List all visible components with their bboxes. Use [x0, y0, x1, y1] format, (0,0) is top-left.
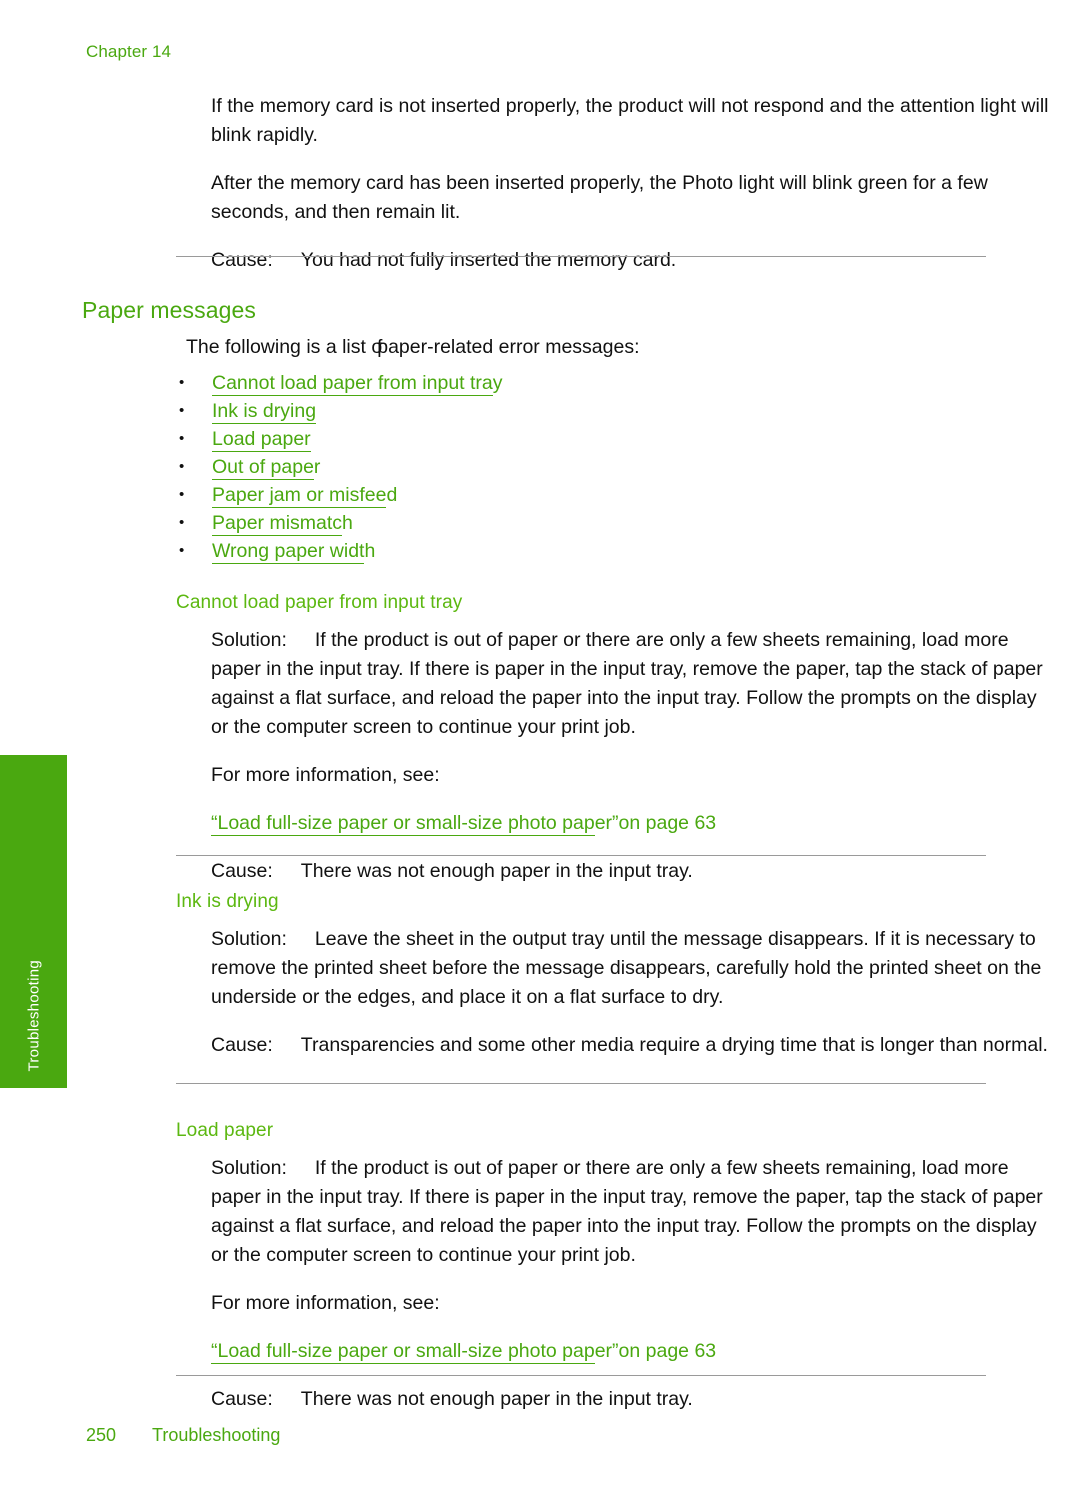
list-item: Paper mismatch	[176, 509, 503, 537]
running-head-chapter: Chapter 14	[86, 42, 172, 61]
cross-reference-line: “Load full-size paper or small-size phot…	[211, 809, 1049, 838]
cause-text: Transparencies and some other media requ…	[300, 1034, 1048, 1056]
subsection-heading-load-paper: Load paper	[176, 1120, 274, 1141]
section-divider	[176, 256, 986, 257]
paper-messages-link-list: Cannot load paper from input tray Ink is…	[176, 369, 503, 565]
subsection-heading-cannot-load-paper: Cannot load paper from input tray	[176, 592, 463, 613]
link-paper-mismatch[interactable]: Paper mismatch	[212, 509, 353, 537]
section-intro-lead: The following is a list	[186, 336, 372, 358]
link-ink-is-drying[interactable]: Ink is drying	[212, 397, 317, 425]
section-heading-paper-messages: Paper messages	[82, 297, 256, 323]
intro-cause-line: Cause: You had not fully inserted the mem…	[211, 246, 1049, 275]
document-page: Chapter 14 Troubleshooting If the memory…	[0, 0, 1080, 1495]
list-item: Out of paper	[176, 453, 503, 481]
link-cannot-load-paper-from-input-tray[interactable]: Cannot load paper from input tray	[212, 369, 503, 397]
cause-text: There was not enough paper in the input …	[300, 860, 693, 882]
section-divider	[176, 1375, 986, 1376]
more-information-line: For more information, see:	[211, 764, 440, 786]
cause-paragraph: Cause: There was not enough paper in the …	[211, 857, 1049, 886]
footer-page-number: 250	[86, 1425, 117, 1445]
cause-text: You had not fully inserted the memory ca…	[300, 249, 677, 271]
link-load-full-size-paper[interactable]: “Load full-size paper or small-size phot…	[211, 809, 716, 838]
solution-label: Solution:	[211, 629, 287, 651]
solution-text: If the product is out of paper or there …	[211, 1157, 1043, 1266]
list-item: Ink is drying	[176, 397, 503, 425]
section-intro-overlap-b: p	[377, 336, 389, 358]
intro-paragraph-1: If the memory card is not inserted prope…	[211, 95, 1049, 146]
link-load-paper[interactable]: Load paper	[212, 425, 311, 453]
cause-label: Cause:	[211, 860, 273, 882]
subsection-heading-ink-is-drying: Ink is drying	[176, 891, 279, 912]
solution-text: Leave the sheet in the output tray until…	[211, 928, 1042, 1008]
cross-reference-line: “Load full-size paper or small-size phot…	[211, 1337, 1049, 1366]
section-intro-tail: aper-related error messages:	[388, 336, 640, 358]
subsection-body-cannot-load-paper: Solution: If the product is out of paper …	[211, 626, 1049, 886]
solution-label: Solution:	[211, 1157, 287, 1179]
link-out-of-paper[interactable]: Out of paper	[212, 453, 320, 481]
list-item: Paper jam or misfeed	[176, 481, 503, 509]
solution-label: Solution:	[211, 928, 287, 950]
cause-label: Cause:	[211, 249, 273, 271]
cause-label: Cause:	[211, 1034, 273, 1056]
list-item: Cannot load paper from input tray	[176, 369, 503, 397]
intro-block: If the memory card is not inserted prope…	[211, 92, 1049, 275]
footer-section-name: Troubleshooting	[152, 1425, 281, 1445]
cause-paragraph: Cause: There was not enough paper in the …	[211, 1385, 1049, 1414]
section-divider	[176, 1083, 986, 1084]
side-tab-troubleshooting: Troubleshooting	[0, 755, 67, 1088]
solution-paragraph: Solution: If the product is out of paper …	[211, 626, 1049, 742]
solution-paragraph: Solution: If the product is out of paper …	[211, 1154, 1049, 1270]
intro-paragraph-2: After the memory card has been inserted …	[211, 172, 988, 223]
section-intro-line: The following is a list ofpaper-related …	[186, 333, 640, 362]
link-load-full-size-paper[interactable]: “Load full-size paper or small-size phot…	[211, 1337, 716, 1366]
list-item: Load paper	[176, 425, 503, 453]
more-information-line: For more information, see:	[211, 1292, 440, 1314]
list-item: Wrong paper width	[176, 537, 503, 565]
section-divider	[176, 855, 986, 856]
cause-text: There was not enough paper in the input …	[300, 1388, 693, 1410]
page-footer: 250 Troubleshooting	[86, 1425, 280, 1446]
side-tab-label: Troubleshooting	[25, 960, 42, 1072]
solution-paragraph: Solution: Leave the sheet in the output t…	[211, 925, 1049, 1012]
cause-paragraph: Cause: Transparencies and some other medi…	[211, 1031, 1049, 1060]
link-wrong-paper-width[interactable]: Wrong paper width	[212, 537, 375, 565]
cause-label: Cause:	[211, 1388, 273, 1410]
solution-text: If the product is out of paper or there …	[211, 629, 1043, 738]
link-paper-jam-or-misfeed[interactable]: Paper jam or misfeed	[212, 481, 397, 509]
subsection-body-ink-is-drying: Solution: Leave the sheet in the output t…	[211, 925, 1049, 1060]
